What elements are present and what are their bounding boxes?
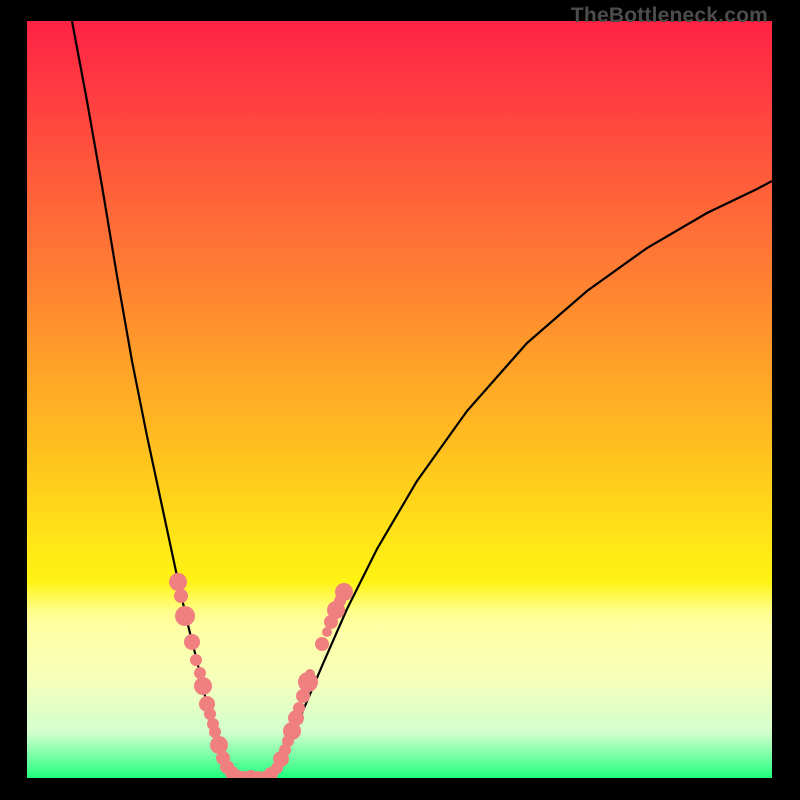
bottleneck-curve: [72, 21, 772, 777]
marker-dot: [210, 736, 228, 754]
marker-dot: [175, 606, 195, 626]
marker-dot: [184, 634, 200, 650]
marker-dot: [305, 669, 315, 679]
chart-svg: [27, 21, 772, 778]
watermark-text: TheBottleneck.com: [571, 4, 768, 28]
marker-dot: [169, 573, 187, 591]
chart-frame: TheBottleneck.com: [0, 0, 800, 800]
plot-area: [27, 21, 772, 778]
marker-dot: [335, 583, 353, 601]
marker-dots: [169, 573, 353, 778]
marker-dot: [315, 637, 329, 651]
marker-dot: [194, 677, 212, 695]
marker-dot: [174, 589, 188, 603]
marker-dot: [190, 654, 202, 666]
marker-dot: [293, 702, 305, 714]
